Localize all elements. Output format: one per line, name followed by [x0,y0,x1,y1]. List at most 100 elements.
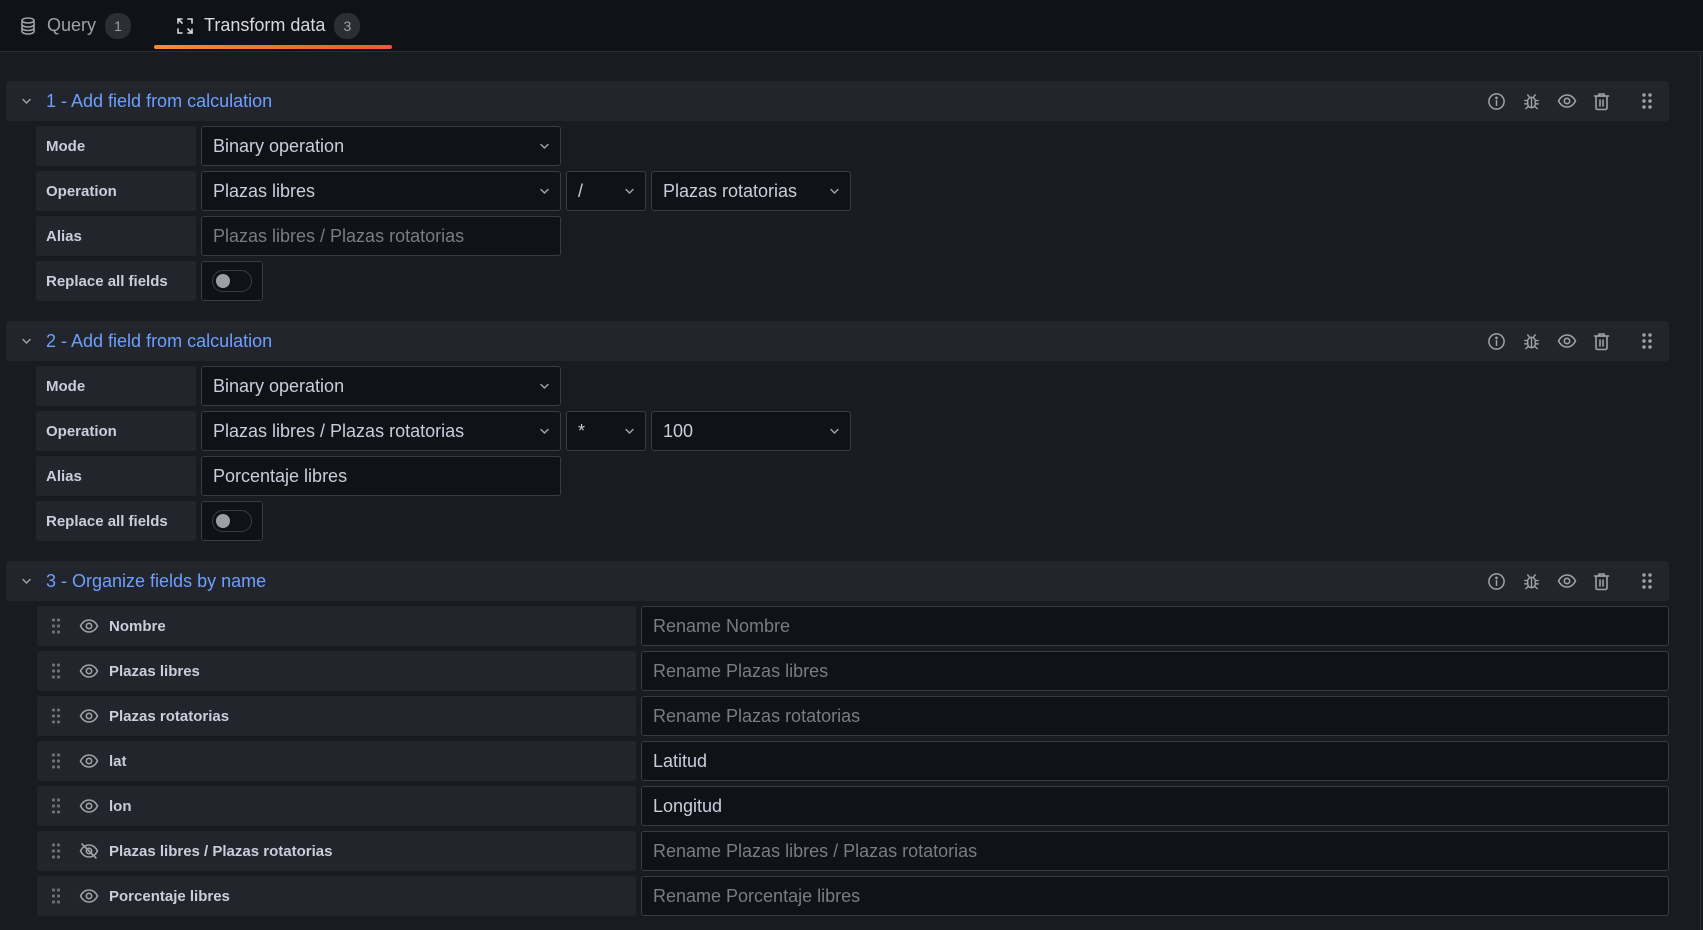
eye-icon[interactable] [75,798,103,814]
tab-query-label: Query [47,15,97,35]
field-label: Alias [36,456,196,496]
field-label: Alias [36,216,196,256]
collapse-chevron-icon[interactable] [6,338,46,345]
trash-icon [1593,572,1610,591]
field-name: lat [109,752,127,770]
drag-handle-icon [1641,332,1653,350]
section-title: 1 - Add field from calculation [46,90,273,111]
active-tab-indicator [154,45,392,49]
section-header[interactable]: 2 - Add field from calculation [6,321,1669,361]
field-name-cell: lon [37,786,636,826]
tab-query[interactable]: Query 1 [18,0,132,51]
toggle-visibility-button[interactable] [1556,571,1577,592]
delete-button[interactable] [1591,571,1612,592]
field-label: Operation [36,171,196,211]
eye-icon[interactable] [75,708,103,724]
drag-handle-icon[interactable] [37,707,75,725]
chevron-down-icon [539,383,550,390]
replace-all-toggle[interactable] [212,510,252,532]
chevron-down-icon [539,428,550,435]
alias-input[interactable] [201,216,561,256]
rename-field-input[interactable] [641,831,1669,871]
rename-field-input[interactable] [641,741,1669,781]
tab-transform-data[interactable]: Transform data 3 [175,0,361,51]
field-name: Plazas libres / Plazas rotatorias [109,842,333,860]
rename-field-input[interactable] [641,651,1669,691]
collapse-chevron-icon[interactable] [6,98,46,105]
drag-handle-icon[interactable] [37,662,75,680]
drag-handle[interactable] [1636,571,1657,592]
drag-handle-icon[interactable] [37,617,75,635]
toggle-visibility-button[interactable] [1556,331,1577,352]
replace-all-row: Replace all fields [36,501,263,541]
section-actions [1486,561,1657,601]
tab-query-count: 1 [105,12,132,39]
chevron-down-icon [624,188,635,195]
drag-handle-icon[interactable] [37,842,75,860]
rename-field-input[interactable] [641,606,1669,646]
operator-select-value: * [578,420,586,441]
operator-select[interactable]: * [566,411,646,451]
replace-all-toggle-container [201,501,263,541]
info-button[interactable] [1486,91,1507,112]
field-label: Replace all fields [36,501,196,541]
chevron-down-icon [829,428,840,435]
trash-icon [1593,92,1610,111]
operation-left-select[interactable]: Plazas libres / Plazas rotatorias [201,411,561,451]
operator-select[interactable]: / [566,171,646,211]
chevron-down-icon [539,188,550,195]
bug-icon [1522,572,1541,591]
organize-field-row: Plazas libres [37,651,1669,691]
replace-all-row: Replace all fields [36,261,263,301]
rename-field-input[interactable] [641,876,1669,916]
drag-handle[interactable] [1636,91,1657,112]
field-name-cell: Plazas libres / Plazas rotatorias [37,831,636,871]
replace-all-toggle[interactable] [212,270,252,292]
mode-row: Mode Binary operation [36,126,561,166]
delete-button[interactable] [1591,91,1612,112]
eye-icon[interactable] [75,753,103,769]
mode-select[interactable]: Binary operation [201,366,561,406]
operation-left-select[interactable]: Plazas libres [201,171,561,211]
info-button[interactable] [1486,571,1507,592]
debug-button[interactable] [1521,331,1542,352]
eye-icon [1557,93,1577,109]
operator-select-value: / [578,180,584,201]
alias-input[interactable] [201,456,561,496]
debug-button[interactable] [1521,571,1542,592]
collapse-chevron-icon[interactable] [6,578,46,585]
eye-icon[interactable] [75,618,103,634]
drag-handle[interactable] [1636,331,1657,352]
eye-icon[interactable] [75,888,103,904]
drag-handle-icon[interactable] [37,887,75,905]
debug-button[interactable] [1521,91,1542,112]
drag-handle-icon[interactable] [37,752,75,770]
alias-row: Alias [36,216,561,256]
field-label: Operation [36,411,196,451]
operation-right-select-value: Plazas rotatorias [663,180,798,201]
rename-field-input[interactable] [641,696,1669,736]
drag-handle-icon [1641,92,1653,110]
section-actions [1486,321,1657,361]
operation-right-select[interactable]: 100 [651,411,851,451]
delete-button[interactable] [1591,331,1612,352]
operation-left-select-value: Plazas libres / Plazas rotatorias [213,420,465,441]
rename-field-input[interactable] [641,786,1669,826]
organize-field-row: lat [37,741,1669,781]
operation-row: Operation Plazas libres / Plazas rotatorias [36,171,851,211]
replace-all-toggle-container [201,261,263,301]
alias-row: Alias [36,456,561,496]
toggle-knob [216,514,230,528]
drag-handle-icon[interactable] [37,797,75,815]
toggle-visibility-button[interactable] [1556,91,1577,112]
eye-icon[interactable] [75,663,103,679]
eye-off-icon[interactable] [75,842,103,860]
operation-right-select[interactable]: Plazas rotatorias [651,171,851,211]
mode-select[interactable]: Binary operation [201,126,561,166]
drag-handle-icon [1641,572,1653,590]
info-icon [1487,332,1506,351]
section-header[interactable]: 3 - Organize fields by name [6,561,1669,601]
section-header[interactable]: 1 - Add field from calculation [6,81,1669,121]
tab-transform-count: 3 [334,12,361,39]
info-button[interactable] [1486,331,1507,352]
